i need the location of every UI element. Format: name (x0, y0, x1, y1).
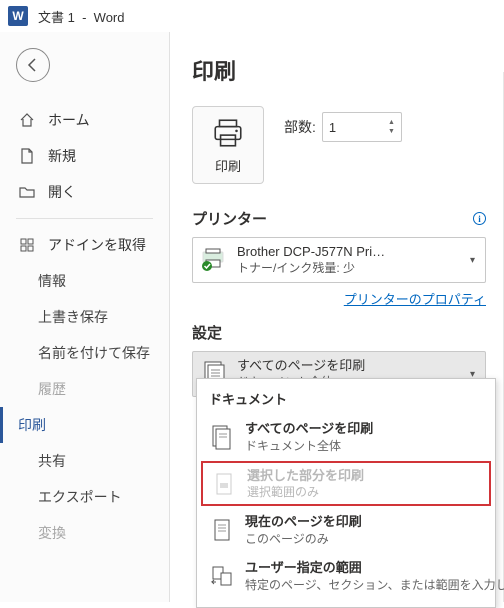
window-title: 文書 1 - Word (38, 7, 124, 26)
pages-all-icon (209, 424, 235, 450)
print-range-popup: ドキュメント すべてのページを印刷 ドキュメント全体 選択した部分を印刷 選択範… (196, 378, 496, 608)
titlebar: W 文書 1 - Word (0, 0, 504, 32)
nav-label: アドインを取得 (48, 235, 146, 255)
nav-save[interactable]: 上書き保存 (0, 299, 169, 335)
popup-item-texts: すべてのページを印刷 ドキュメント全体 (245, 420, 373, 454)
copies-input[interactable]: 1 ▲▼ (322, 112, 402, 142)
info-icon[interactable]: i (473, 212, 486, 225)
nav-new[interactable]: 新規 (0, 138, 169, 174)
popup-item-current-page[interactable]: 現在のページを印刷 このページのみ (197, 507, 495, 553)
custom-range-icon (209, 563, 235, 589)
nav-label: 開く (48, 182, 76, 202)
spinner-down-icon[interactable]: ▼ (388, 128, 395, 135)
popup-item-sub: 選択範囲のみ (247, 484, 364, 500)
page-title: 印刷 (192, 54, 486, 86)
selection-icon (211, 471, 237, 497)
print-row: 印刷 部数: 1 ▲▼ (192, 106, 486, 184)
nav-export[interactable]: エクスポート (0, 479, 169, 515)
printer-section-label: プリンター i (192, 208, 486, 229)
popup-item-all-pages[interactable]: すべてのページを印刷 ドキュメント全体 (197, 414, 495, 460)
separator (16, 218, 153, 219)
popup-item-custom-range[interactable]: ユーザー指定の範囲 特定のページ、セクション、または範囲を入力します (197, 553, 495, 599)
nav-label: 上書き保存 (38, 307, 108, 327)
printer-name: Brother DCP-J577N Pri… (237, 244, 407, 261)
nav-label: 新規 (48, 146, 76, 166)
copies-group: 部数: 1 ▲▼ (284, 112, 402, 142)
popup-item-title: すべてのページを印刷 (245, 420, 373, 438)
nav-label: 共有 (38, 451, 66, 471)
printer-dd-texts: Brother DCP-J577N Pri… トナー/インク残量: 少 (237, 244, 462, 276)
nav-label: 名前を付けて保存 (38, 343, 150, 363)
popup-header: ドキュメント (197, 383, 495, 414)
nav-info[interactable]: 情報 (0, 263, 169, 299)
spinner-arrows[interactable]: ▲▼ (388, 119, 395, 135)
copies-value: 1 (329, 120, 336, 135)
chevron-down-icon: ▾ (470, 255, 475, 266)
printer-icon (211, 116, 245, 150)
popup-item-texts: 現在のページを印刷 このページのみ (245, 513, 362, 547)
printer-label-text: プリンター (192, 208, 267, 229)
nav-label: ホーム (48, 110, 90, 130)
popup-item-sub: ドキュメント全体 (245, 438, 373, 454)
app-name: Word (94, 10, 125, 25)
nav-history: 履歴 (0, 371, 169, 407)
nav-print[interactable]: 印刷 (0, 407, 169, 443)
popup-item-title: 選択した部分を印刷 (247, 467, 364, 485)
popup-item-texts: ユーザー指定の範囲 特定のページ、セクション、または範囲を入力します (245, 559, 504, 593)
current-page-icon (209, 517, 235, 543)
printer-status-icon (199, 245, 229, 275)
nav-transform: 変換 (0, 515, 169, 551)
nav-label: 変換 (38, 523, 66, 543)
nav-home[interactable]: ホーム (0, 102, 169, 138)
print-button[interactable]: 印刷 (192, 106, 264, 184)
nav-label: 情報 (38, 271, 66, 291)
home-icon (18, 111, 36, 129)
settings-section-label: 設定 (192, 322, 486, 343)
popup-item-title: ユーザー指定の範囲 (245, 559, 504, 577)
addins-icon (18, 236, 36, 254)
nav-label: エクスポート (38, 487, 122, 507)
nav-share[interactable]: 共有 (0, 443, 169, 479)
word-icon: W (8, 6, 28, 26)
open-icon (18, 183, 36, 201)
nav-saveas[interactable]: 名前を付けて保存 (0, 335, 169, 371)
pages-dd-line1: すべてのページを印刷 (237, 358, 462, 375)
popup-item-sub: このページのみ (245, 531, 362, 547)
new-doc-icon (18, 147, 36, 165)
nav-label: 印刷 (18, 415, 46, 435)
popup-item-texts: 選択した部分を印刷 選択範囲のみ (247, 467, 364, 501)
backstage-sidebar: ホーム 新規 開く アドインを取得 情報 上書き保存 名前を付けて保存 履歴 印… (0, 32, 170, 602)
printer-dropdown[interactable]: Brother DCP-J577N Pri… トナー/インク残量: 少 ▾ (192, 237, 486, 283)
popup-item-selection: 選択した部分を印刷 選択範囲のみ (201, 461, 491, 507)
settings-label-text: 設定 (192, 322, 222, 343)
spinner-up-icon[interactable]: ▲ (388, 119, 395, 126)
popup-item-title: 現在のページを印刷 (245, 513, 362, 531)
nav-open[interactable]: 開く (0, 174, 169, 210)
doc-name: 文書 1 (38, 10, 75, 25)
nav-label: 履歴 (38, 379, 66, 399)
copies-label: 部数: (284, 117, 316, 137)
printer-properties-link[interactable]: プリンターのプロパティ (192, 289, 486, 308)
printer-status: トナー/インク残量: 少 (237, 261, 462, 277)
popup-item-sub: 特定のページ、セクション、または範囲を入力します (245, 577, 504, 593)
print-button-label: 印刷 (215, 156, 241, 175)
back-button[interactable] (16, 48, 50, 82)
nav-addins[interactable]: アドインを取得 (0, 227, 169, 263)
